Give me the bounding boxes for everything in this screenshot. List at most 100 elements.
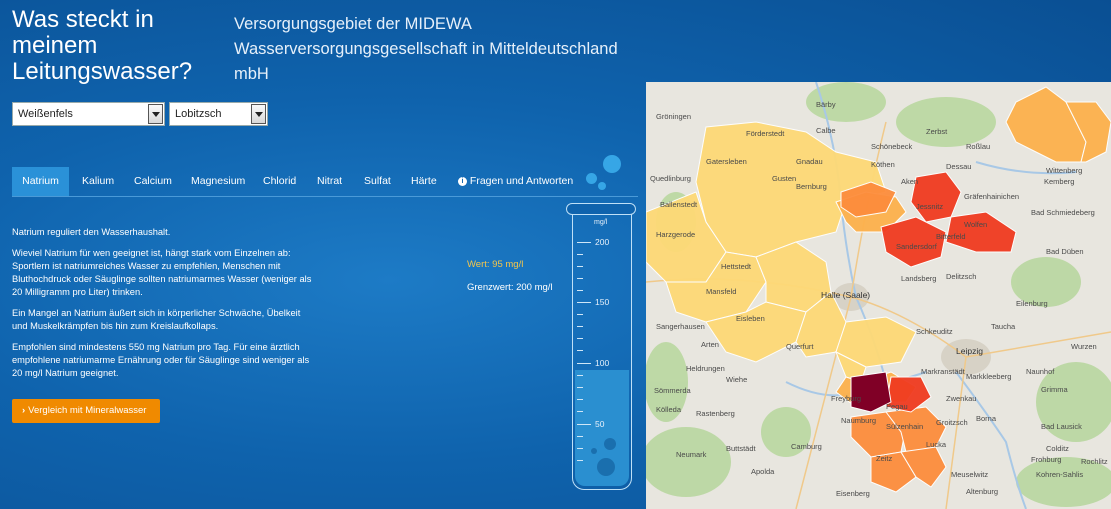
map-label: Hettstedt — [721, 262, 752, 271]
map-label: Bad Schmiedeberg — [1031, 208, 1095, 217]
gauge-minor-tick — [577, 266, 583, 267]
map-label: Bad Lausick — [1041, 422, 1082, 431]
place-select-value: Lobitzsch — [175, 108, 222, 120]
gauge-minor-tick — [577, 436, 583, 437]
map-label: Apolda — [751, 467, 775, 476]
bubble-decoration — [597, 458, 615, 476]
map-label: Gatersleben — [706, 157, 747, 166]
map-label: Grimma — [1041, 385, 1068, 394]
map-label: Zeitz — [876, 454, 893, 463]
gauge-minor-tick — [577, 399, 583, 400]
map-label: Harzgerode — [656, 230, 696, 239]
page-subtitle: Versorgungsgebiet der MIDEWA Wasserverso… — [234, 12, 646, 87]
map-label: Rastenberg — [696, 409, 735, 418]
gauge-minor-tick — [577, 314, 583, 315]
gauge-major-tick — [577, 424, 591, 425]
map-label: Frohburg — [1031, 455, 1062, 464]
subtitle-line-1: Versorgungsgebiet der MIDEWA — [234, 15, 472, 33]
gauge-minor-tick — [577, 350, 583, 351]
map-label: Pegau — [886, 402, 908, 411]
gauge-label-200: 200 — [595, 237, 610, 247]
map-label: Taucha — [991, 322, 1016, 331]
map-label: Arten — [701, 340, 719, 349]
page-title: Was steckt in meinem Leitungswasser? — [12, 6, 193, 85]
map-label: Ballenstedt — [660, 200, 698, 209]
info-icon: i — [458, 177, 467, 186]
tab-kalium[interactable]: Kalium — [82, 167, 114, 196]
description-paragraph: Wieviel Natrium für wen geeignet ist, hä… — [12, 248, 312, 297]
map-label: Neumark — [676, 450, 707, 459]
map-label: Calbe — [816, 126, 836, 135]
region-select[interactable]: Weißenfels — [12, 102, 165, 126]
supply-area-map[interactable]: Bärby Gröningen Förderstedt Calbe Schöne… — [646, 82, 1111, 509]
map-label: Camburg — [791, 442, 822, 451]
gauge-minor-tick — [577, 290, 583, 291]
gauge-minor-tick — [577, 278, 583, 279]
map-label: Rochlitz — [1081, 457, 1108, 466]
tab-magnesium[interactable]: Magnesium — [191, 167, 245, 196]
tab-calcium[interactable]: Calcium — [134, 167, 172, 196]
map-label: Bad Düben — [1046, 247, 1084, 256]
gauge-unit: mg/l — [594, 219, 608, 226]
place-select[interactable]: Lobitzsch — [169, 102, 268, 126]
map-label: Eisleben — [736, 314, 765, 323]
chevron-down-icon[interactable] — [148, 104, 163, 124]
gauge-minor-tick — [577, 338, 583, 339]
map-label: Roßlau — [966, 142, 991, 151]
map-label: Landsberg — [901, 274, 937, 283]
map-label: Heldrungen — [686, 364, 725, 373]
description-paragraph: Ein Mangel an Natrium äußert sich in kör… — [12, 308, 301, 331]
compare-button-label: Vergleich mit Mineralwasser — [28, 405, 147, 416]
map-label: Quedlinburg — [650, 174, 691, 183]
natrium-description: Natrium reguliert den Wasserhaushalt. Wi… — [12, 226, 312, 388]
map-label: Colditz — [1046, 444, 1069, 453]
map-label: Kemberg — [1044, 177, 1075, 186]
compare-mineralwater-button[interactable]: › Vergleich mit Mineralwasser — [12, 399, 160, 423]
map-label: Schkeuditz — [916, 327, 953, 336]
map-label: Schönebeck — [871, 142, 913, 151]
map-label: Altenburg — [966, 487, 999, 496]
left-panel: Was steckt in meinem Leitungswasser? Ver… — [0, 0, 646, 509]
map-label: Zerbst — [926, 127, 948, 136]
gauge-major-tick — [577, 302, 591, 303]
map-label: Bernburg — [796, 182, 827, 191]
tab-haerte[interactable]: Härte — [411, 167, 437, 196]
tab-faq-label: Fragen und Antworten — [469, 175, 574, 187]
tab-natrium[interactable]: Natrium — [12, 167, 69, 196]
map-label: Eisenberg — [836, 489, 870, 498]
region-select-value: Weißenfels — [18, 108, 73, 120]
tab-nitrat[interactable]: Nitrat — [317, 167, 342, 196]
map-label: Buttstädt — [726, 444, 756, 453]
map-label: Querfurt — [786, 342, 814, 351]
map-label: Jessnitz — [916, 202, 944, 211]
map-label: Bitterfeld — [936, 232, 966, 241]
description-paragraph: Empfohlen sind mindestens 550 mg Natrium… — [12, 342, 310, 378]
map-label: Köthen — [871, 160, 895, 169]
map-label: Wurzen — [1071, 342, 1097, 351]
gauge-minor-tick — [577, 411, 583, 412]
map-label: Leipzig — [956, 346, 983, 356]
tab-faq[interactable]: i Fragen und Antworten — [458, 167, 573, 196]
map-label: Gräfenhainichen — [964, 192, 1020, 201]
gauge-minor-tick — [577, 448, 583, 449]
tab-chlorid[interactable]: Chlorid — [263, 167, 296, 196]
map-label: Gnadau — [796, 157, 823, 166]
map-label: Naunhof — [1026, 367, 1055, 376]
map-label: Sömmerda — [654, 386, 691, 395]
map-label: Delitzsch — [946, 272, 977, 281]
tab-sulfat[interactable]: Sulfat — [364, 167, 391, 196]
bubble-decoration — [604, 438, 616, 450]
map-label: Wolfen — [964, 220, 988, 229]
map-label: Kohren-Sahlis — [1036, 470, 1084, 479]
map-label: Naumburg — [841, 416, 877, 425]
gauge-label-150: 150 — [595, 297, 610, 307]
map-label: Wittenberg — [1046, 166, 1083, 175]
gauge-label-50: 50 — [595, 419, 605, 429]
gauge-major-tick — [577, 363, 591, 364]
gauge-minor-tick — [577, 387, 583, 388]
map-label: Gusten — [772, 174, 797, 183]
map-label: Gröningen — [656, 112, 692, 121]
map-label: Kölleda — [656, 405, 682, 414]
chevron-down-icon[interactable] — [251, 104, 266, 124]
map-label: Markranstädt — [921, 367, 965, 376]
